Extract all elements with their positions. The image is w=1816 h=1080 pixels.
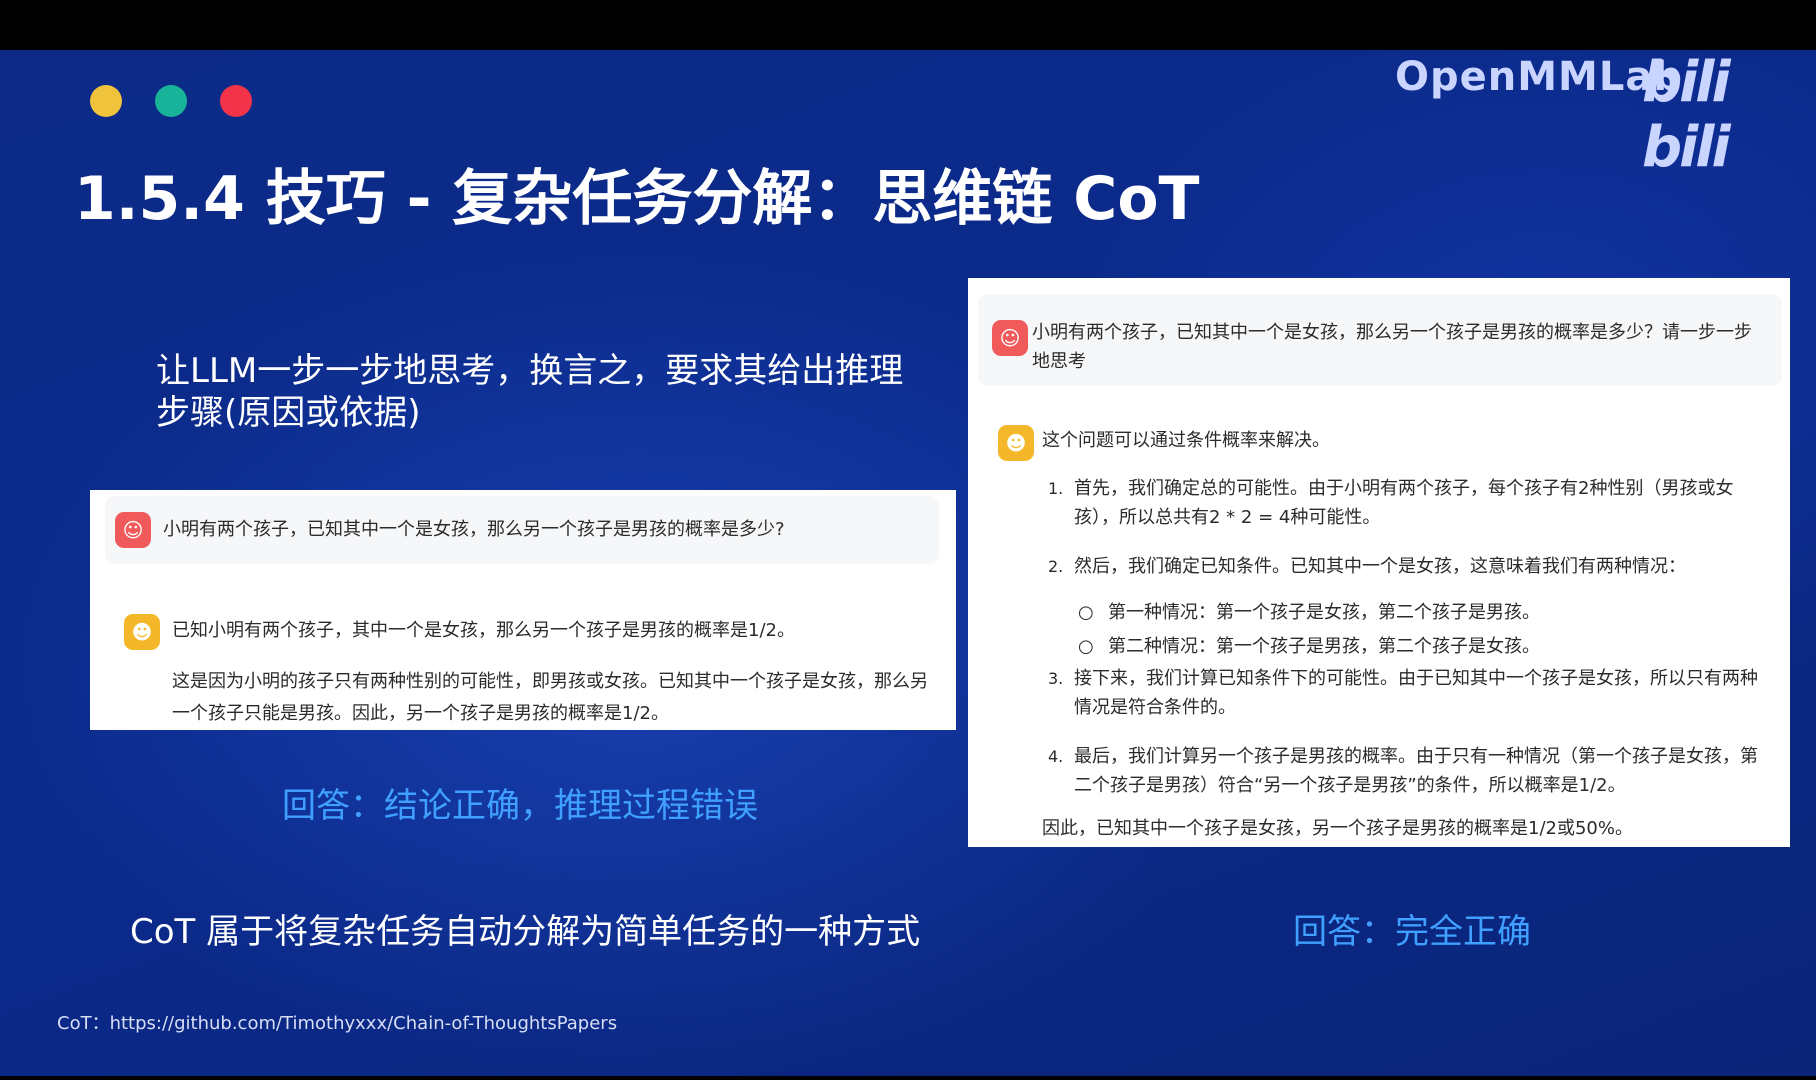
summary-text: CoT 属于将复杂任务自动分解为简单任务的一种方式: [130, 912, 921, 952]
step-number: 2.: [1048, 557, 1064, 576]
page-title: 1.5.4 技巧 - 复杂任务分解：思维链 CoT: [74, 164, 1200, 234]
slide: OpenMMLab bili bili 1.5.4 技巧 - 复杂任务分解：思维…: [0, 50, 1816, 1076]
step-1: 1. 首先，我们确定总的可能性。由于小明有两个孩子，每个孩子有2种性别（男孩或女…: [1048, 474, 1764, 532]
left-answer-paragraph: 这是因为小明的孩子只有两种性别的可能性，即男孩或女孩。已知其中一个孩子是女孩，那…: [172, 671, 928, 724]
user-avatar-icon: ☺: [115, 512, 151, 548]
right-chat-card: ☺ 小明有两个孩子，已知其中一个是女孩，那么另一个孩子是男孩的概率是多少？请一步…: [968, 278, 1790, 847]
step-2: 2. 然后，我们确定已知条件。已知其中一个是女孩，这意味着我们有两种情况：: [1048, 552, 1764, 581]
window-dots: [90, 85, 252, 117]
bottom-bar: [0, 1076, 1816, 1080]
step-text: 最后，我们计算另一个孩子是男孩的概率。由于只有一种情况（第一个孩子是女孩，第二个…: [1074, 746, 1758, 796]
bullet-icon: ○: [1078, 602, 1094, 623]
step-number: 3.: [1048, 669, 1064, 688]
reference-link[interactable]: CoT：https://github.com/Timothyxxx/Chain-…: [57, 1009, 617, 1035]
step-text: 接下来，我们计算已知条件下的可能性。由于已知其中一个孩子是女孩，所以只有两种情况…: [1074, 668, 1758, 718]
step-number: 4.: [1048, 747, 1064, 766]
sub-item-text: 第一种情况：第一个孩子是女孩，第二个孩子是男孩。: [1108, 602, 1540, 623]
left-question-box: ☺ 小明有两个孩子，已知其中一个是女孩，那么另一个孩子是男孩的概率是多少?: [105, 496, 939, 564]
user-avatar-icon: ☺: [992, 320, 1028, 356]
bot-avatar-icon: ☻: [998, 425, 1034, 461]
left-answer-line1: 已知小明有两个孩子，其中一个是女孩，那么另一个孩子是男孩的概率是1/2。: [172, 620, 795, 641]
green-dot: [155, 85, 187, 117]
right-question-box: ☺ 小明有两个孩子，已知其中一个是女孩，那么另一个孩子是男孩的概率是多少？请一步…: [978, 294, 1782, 386]
right-question-text: 小明有两个孩子，已知其中一个是女孩，那么另一个孩子是男孩的概率是多少？请一步一步…: [1032, 322, 1752, 372]
yellow-dot: [90, 85, 122, 117]
answer-left-label: 回答：结论正确，推理过程错误: [282, 786, 758, 826]
left-question-text: 小明有两个孩子，已知其中一个是女孩，那么另一个孩子是男孩的概率是多少?: [163, 519, 785, 540]
right-conclusion: 因此，已知其中一个孩子是女孩，另一个孩子是男孩的概率是1/2或50%。: [1042, 818, 1633, 839]
step-number: 1.: [1048, 479, 1064, 498]
step-3: 3. 接下来，我们计算已知条件下的可能性。由于已知其中一个孩子是女孩，所以只有两…: [1048, 664, 1764, 722]
left-chat-card: ☺ 小明有两个孩子，已知其中一个是女孩，那么另一个孩子是男孩的概率是多少? ☻ …: [90, 490, 956, 730]
right-answer-intro: 这个问题可以通过条件概率来解决。: [1042, 430, 1330, 451]
step-text: 然后，我们确定已知条件。已知其中一个是女孩，这意味着我们有两种情况：: [1074, 556, 1686, 577]
bullet-icon: ○: [1078, 636, 1094, 657]
sub-item-text: 第二种情况：第一个孩子是男孩，第二个孩子是女孩。: [1108, 636, 1540, 657]
step-4: 4. 最后，我们计算另一个孩子是男孩的概率。由于只有一种情况（第一个孩子是女孩，…: [1048, 742, 1764, 800]
bilibili-logo: bili bili: [1642, 50, 1731, 180]
openmmlab-logo: OpenMMLab: [1395, 54, 1683, 100]
answer-right-label: 回答：完全正确: [1293, 912, 1531, 952]
step-text: 首先，我们确定总的可能性。由于小明有两个孩子，每个孩子有2种性别（男孩或女孩），…: [1074, 478, 1734, 528]
intro-text: 让LLM一步一步地思考，换言之，要求其给出推理步骤(原因或依据): [156, 351, 904, 433]
red-dot: [220, 85, 252, 117]
bot-avatar-icon: ☻: [124, 614, 160, 650]
